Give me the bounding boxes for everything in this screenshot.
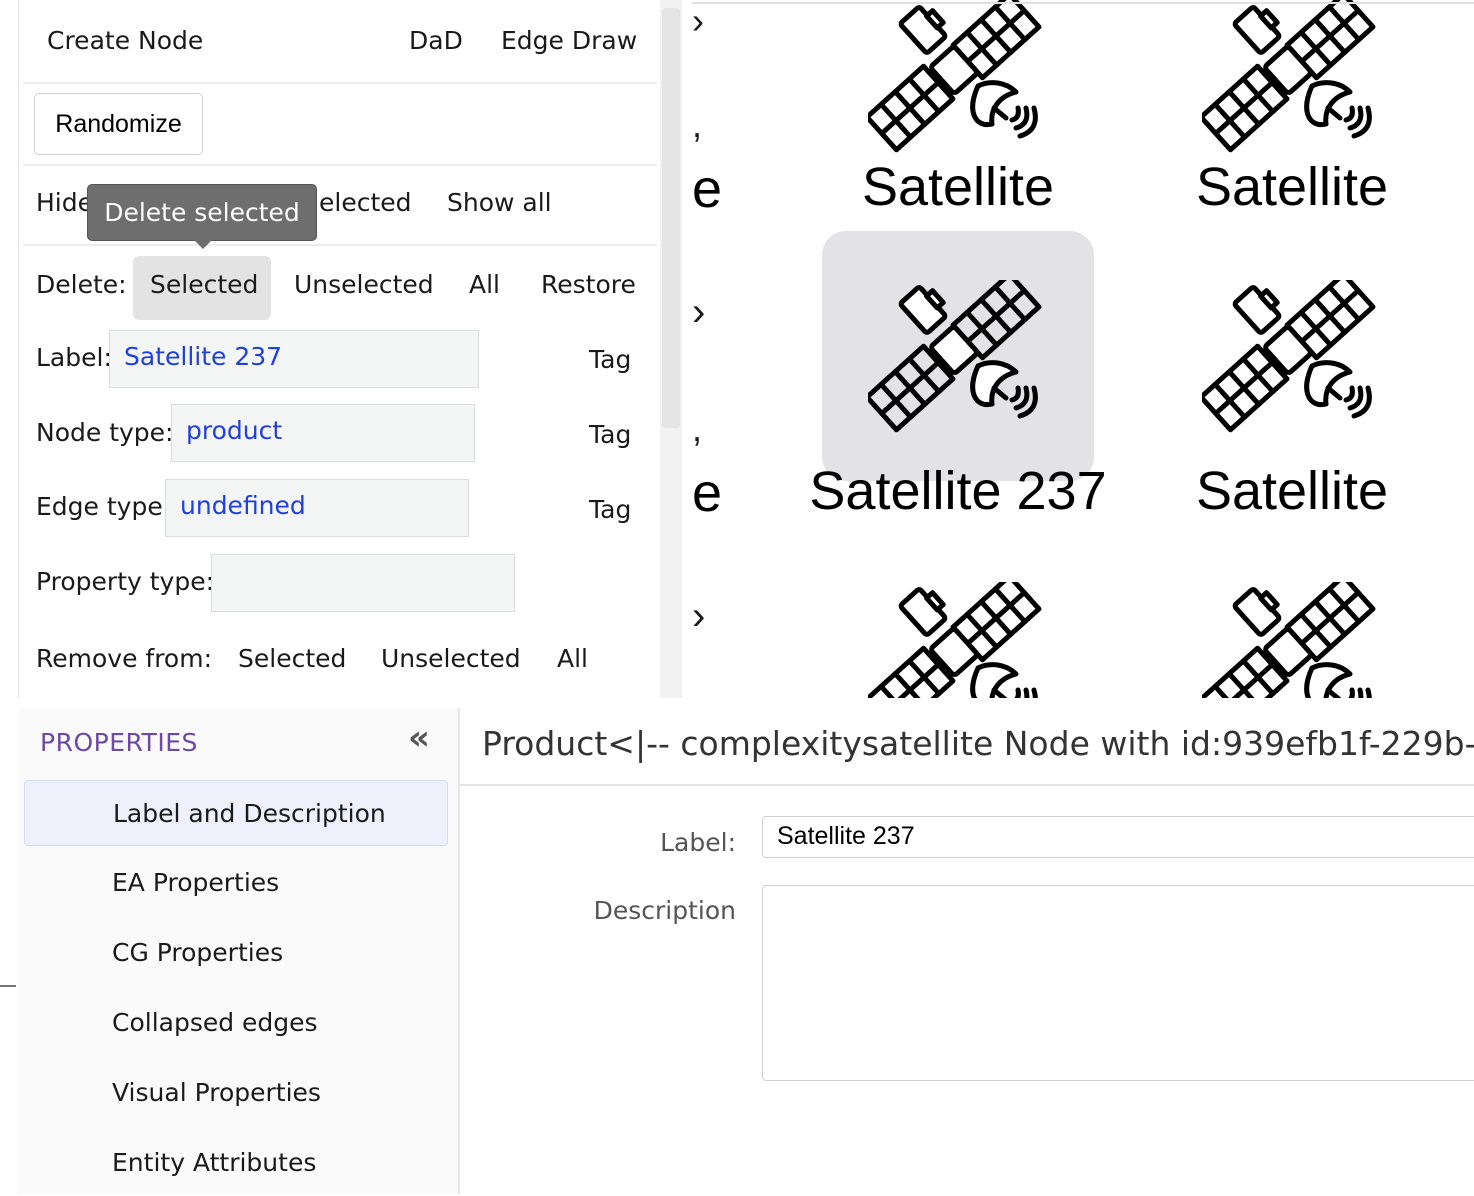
property-type-label: Property type: [36, 567, 215, 596]
window-edge-line [0, 985, 16, 987]
remove-all-button[interactable]: All [557, 644, 588, 673]
satellite-icon[interactable] [1202, 280, 1382, 435]
sidebar-item-collapsed-edges[interactable]: Collapsed edges [24, 990, 448, 1056]
property-type-input[interactable] [211, 554, 515, 612]
edge-mark-fragment: , [692, 104, 703, 145]
dad-button[interactable]: DaD [409, 26, 463, 55]
tooltip-arrow [194, 240, 212, 249]
delete-unselected-button[interactable]: Unselected [294, 270, 434, 299]
node-type-tag-button[interactable]: Tag [589, 420, 631, 449]
satellite-icon[interactable] [868, 280, 1048, 435]
details-description-caption: Description [593, 896, 736, 925]
edge-type-input[interactable]: undefined [165, 479, 469, 537]
label-field-label: Label: [36, 343, 112, 372]
details-label-caption: Label: [660, 828, 736, 857]
node-label[interactable]: Satellite [1194, 156, 1390, 218]
edge-draw-button[interactable]: Edge Draw [501, 26, 637, 55]
satellite-icon[interactable] [1202, 582, 1382, 698]
properties-title: PROPERTIES [40, 728, 198, 757]
canvas-top-border [692, 2, 1474, 4]
properties-sidebar: PROPERTIES « Label and Description EA Pr… [18, 708, 460, 1194]
details-divider [460, 784, 1474, 786]
remove-from-label: Remove from: [36, 644, 213, 673]
hide-selected-button[interactable]: Hide [36, 188, 93, 217]
edge-mark-fragment: , [692, 408, 703, 449]
edge-type-tag-button[interactable]: Tag [589, 495, 631, 524]
sidebar-item-visual-properties[interactable]: Visual Properties [24, 1060, 448, 1126]
delete-all-button[interactable]: All [469, 270, 500, 299]
node-label[interactable]: Satellite [860, 156, 1056, 218]
node-type-input[interactable]: product [171, 404, 475, 462]
details-label-input[interactable]: Satellite 237 [762, 816, 1474, 858]
details-description-textarea[interactable] [762, 885, 1474, 1081]
toolbar-row-create: Create Node DaD Edge Draw [23, 0, 657, 84]
label-tag-button[interactable]: Tag [589, 345, 631, 374]
node-label-selected[interactable]: Satellite 237 [804, 460, 1112, 522]
satellite-icon[interactable] [868, 582, 1048, 698]
edge-arrow-fragment: › [692, 0, 704, 41]
graph-canvas[interactable]: › , e › , e › Satellite Satellite Satell… [692, 0, 1474, 698]
toolbar-scrollbar-thumb[interactable] [662, 8, 680, 428]
show-all-button[interactable]: Show all [447, 188, 552, 217]
delete-selected-button[interactable]: Selected [150, 270, 258, 299]
restore-button[interactable]: Restore [541, 270, 636, 299]
collapse-sidebar-icon[interactable]: « [408, 718, 430, 758]
delete-label: Delete: [36, 270, 127, 299]
sidebar-item-cg-properties[interactable]: CG Properties [24, 920, 448, 986]
randomize-button[interactable]: Randomize [34, 93, 203, 155]
node-type-label: Node type: [36, 418, 174, 447]
edge-arrow-fragment: › [692, 290, 706, 334]
hide-unselected-button[interactable]: elected [319, 188, 412, 217]
label-input[interactable]: Satellite 237 [109, 330, 479, 388]
node-details-panel: Product<|-- complexitysatellite Node wit… [460, 708, 1474, 1194]
partial-node-label: e [692, 159, 723, 219]
partial-node-label: e [692, 463, 723, 523]
satellite-icon[interactable] [1202, 0, 1382, 155]
remove-unselected-button[interactable]: Unselected [381, 644, 521, 673]
toolbar-row-randomize: Randomize [23, 84, 657, 166]
sidebar-item-entity-attributes[interactable]: Entity Attributes [24, 1130, 448, 1196]
satellite-icon[interactable] [868, 0, 1048, 155]
remove-selected-button[interactable]: Selected [238, 644, 346, 673]
graph-toolbar: Create Node DaD Edge Draw Randomize Hide… [18, 0, 659, 698]
sidebar-item-label-and-description[interactable]: Label and Description [24, 780, 448, 846]
node-details-title: Product<|-- complexitysatellite Node wit… [482, 724, 1474, 763]
create-node-button[interactable]: Create Node [47, 26, 203, 55]
edge-type-label: Edge type: [36, 492, 172, 521]
sidebar-item-ea-properties[interactable]: EA Properties [24, 850, 448, 916]
delete-selected-tooltip: Delete selected [87, 184, 317, 241]
node-label[interactable]: Satellite [1194, 460, 1390, 522]
edge-arrow-fragment: › [692, 594, 706, 638]
